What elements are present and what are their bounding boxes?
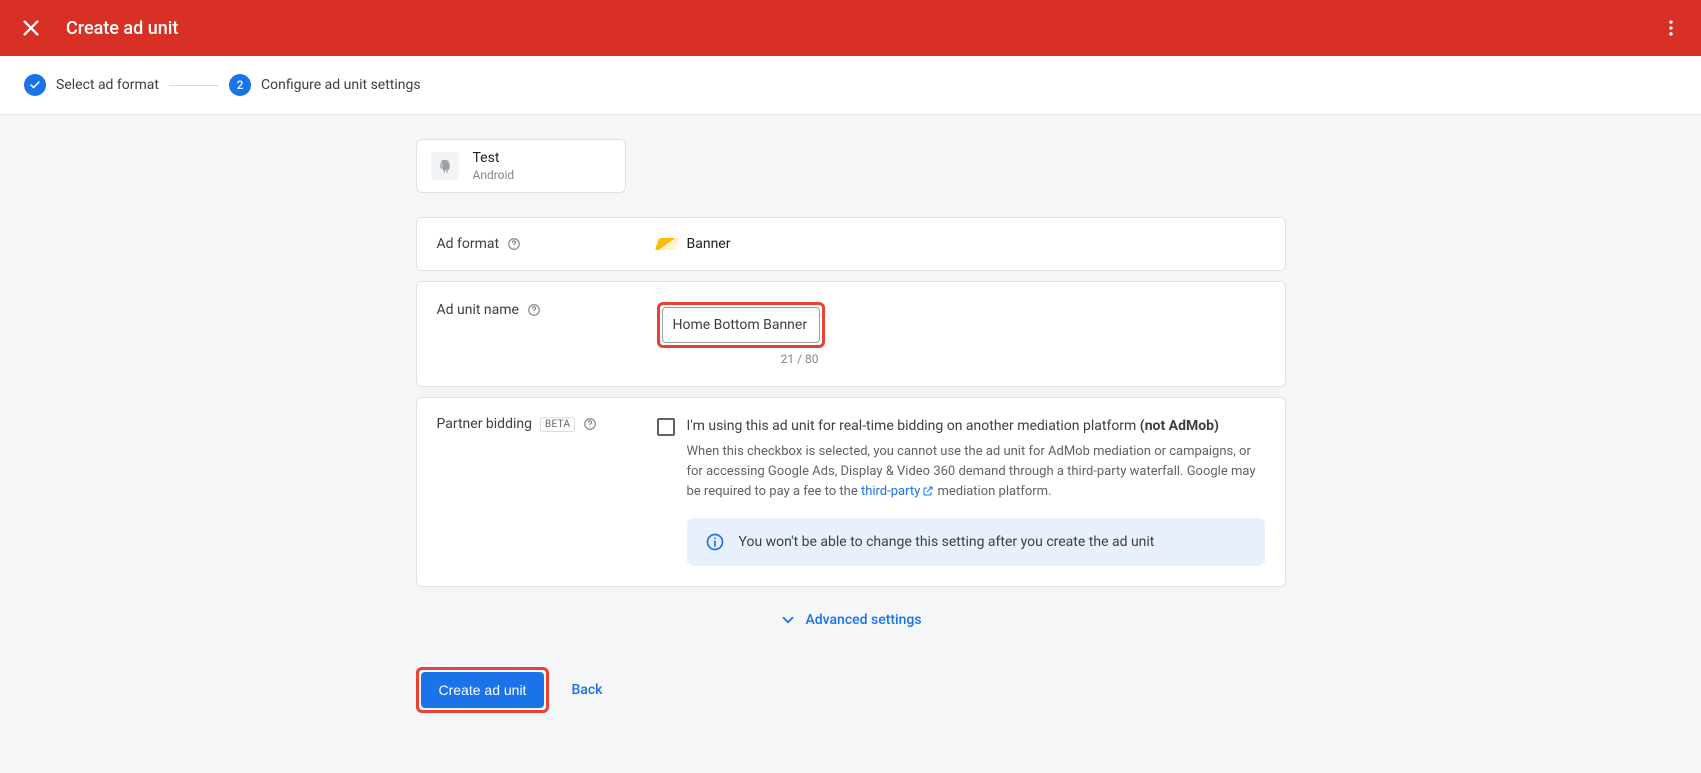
step-2-label: Configure ad unit settings	[261, 77, 421, 93]
app-card: Test Android	[416, 139, 626, 193]
partner-bidding-checkbox[interactable]	[657, 418, 675, 436]
banner-icon	[654, 238, 678, 250]
app-header: Create ad unit	[0, 0, 1701, 56]
third-party-link[interactable]: third-party	[861, 484, 934, 499]
create-button-highlight: Create ad unit	[416, 667, 550, 713]
chevron-down-icon	[779, 611, 797, 629]
more-vert-icon[interactable]	[1661, 18, 1681, 38]
ad-unit-name-label: Ad unit name	[437, 302, 519, 318]
info-banner: You won't be able to change this setting…	[687, 518, 1265, 566]
advanced-settings-toggle[interactable]: Advanced settings	[779, 611, 921, 629]
info-text: You won't be able to change this setting…	[739, 534, 1155, 550]
app-platform: Android	[473, 168, 515, 182]
ad-unit-name-highlight	[657, 302, 825, 348]
ad-unit-name-panel: Ad unit name 21 / 80	[416, 281, 1286, 387]
close-icon[interactable]	[20, 17, 42, 39]
ad-format-panel: Ad format Banner	[416, 217, 1286, 271]
info-icon	[705, 532, 725, 552]
create-ad-unit-button[interactable]: Create ad unit	[421, 672, 545, 708]
ad-format-label: Ad format	[437, 236, 500, 252]
step-1-label: Select ad format	[56, 77, 159, 93]
android-icon	[431, 152, 459, 180]
beta-badge: BETA	[540, 417, 575, 432]
step-1[interactable]: Select ad format	[24, 74, 159, 96]
external-link-icon	[922, 485, 934, 497]
partner-bidding-description: When this checkbox is selected, you cann…	[687, 442, 1265, 502]
help-icon[interactable]	[507, 237, 521, 251]
page-title: Create ad unit	[66, 18, 178, 39]
help-icon[interactable]	[583, 417, 597, 431]
step-connector	[169, 85, 219, 86]
partner-bidding-label: Partner bidding	[437, 416, 532, 432]
step-2-number: 2	[229, 74, 251, 96]
help-icon[interactable]	[527, 303, 541, 317]
char-counter: 21 / 80	[657, 352, 825, 366]
check-icon	[24, 74, 46, 96]
stepper: Select ad format 2 Configure ad unit set…	[0, 56, 1701, 115]
ad-format-value: Banner	[687, 236, 731, 252]
app-name: Test	[473, 150, 515, 166]
back-link[interactable]: Back	[571, 682, 602, 698]
advanced-settings-label: Advanced settings	[805, 612, 921, 628]
partner-bidding-panel: Partner bidding BETA I'm using this ad u…	[416, 397, 1286, 587]
step-2: 2 Configure ad unit settings	[229, 74, 421, 96]
partner-bidding-checkbox-label: I'm using this ad unit for real-time bid…	[687, 416, 1265, 438]
ad-unit-name-input[interactable]	[662, 307, 820, 343]
